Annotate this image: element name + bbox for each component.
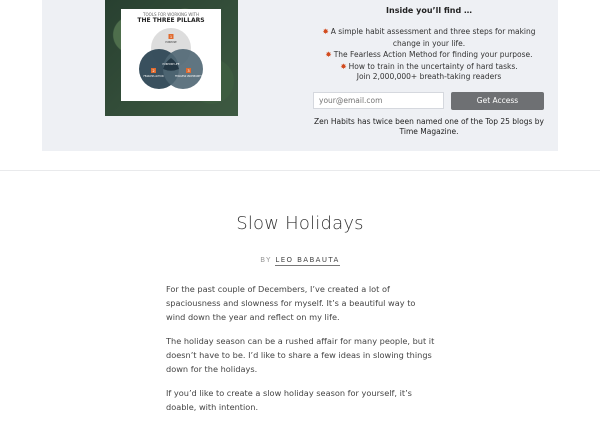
benefit-text: How to train in the uncertainty of hard … [348,61,518,71]
venn-number-3: 3 [187,69,189,73]
sparkle-icon: ✸ [322,27,329,36]
post-body: For the past couple of Decembers, I’ve c… [166,282,436,424]
venn-diagram: 1 2 3 PURPOSE FEARLESS ACTION FEARLESS U… [139,28,203,89]
inside-heading: Inside you’ll find … [386,6,472,15]
benefit-item: ✸ How to train in the uncertainty of hard… [314,61,544,73]
venn-number-2: 2 [152,69,154,73]
author-link[interactable]: LEO BABAUTA [275,256,340,266]
benefit-text: A simple habit assessment and three step… [330,27,536,48]
zen-habits-note: Zen Habits has twice been named one of t… [314,117,544,136]
paragraph: For the past couple of Decembers, I’ve c… [166,284,416,322]
sparkle-icon: ✸ [325,50,332,59]
venn-label-3: FEARLESS UNCERTAINTY [175,75,203,78]
book-cover-image: TOOLS FOR WORKING WITH THE THREE PILLARS… [105,0,238,116]
venn-label-1: PURPOSE [165,41,177,44]
join-text: Join 2,000,000+ breath-taking readers [356,72,502,81]
benefit-list: ✸ A simple habit assessment and three ste… [314,26,544,72]
paragraph: The holiday season can be a rushed affai… [166,336,435,374]
sparkle-icon: ✸ [340,61,347,71]
byline-prefix: BY [260,256,272,264]
byline: BY LEO BABAUTA [0,256,600,266]
get-access-button[interactable]: Get Access [451,92,544,110]
book-title: THE THREE PILLARS [137,17,205,24]
venn-label-2: FEARLESS ACTION [143,75,163,78]
email-input[interactable] [313,92,444,109]
paragraph: If you’d like to create a slow holiday s… [166,388,412,412]
venn-label-center: PURPOSE LIFE [163,63,180,66]
benefit-item: ✸ The Fearless Action Method for finding … [314,49,544,61]
venn-number-1: 1 [170,35,172,39]
benefit-text: The Fearless Action Method for finding y… [333,50,533,59]
post-title: Slow Holidays [236,213,364,234]
book-card: TOOLS FOR WORKING WITH THE THREE PILLARS… [121,9,221,101]
benefit-item: ✸ A simple habit assessment and three ste… [314,26,544,49]
section-divider [0,170,600,171]
